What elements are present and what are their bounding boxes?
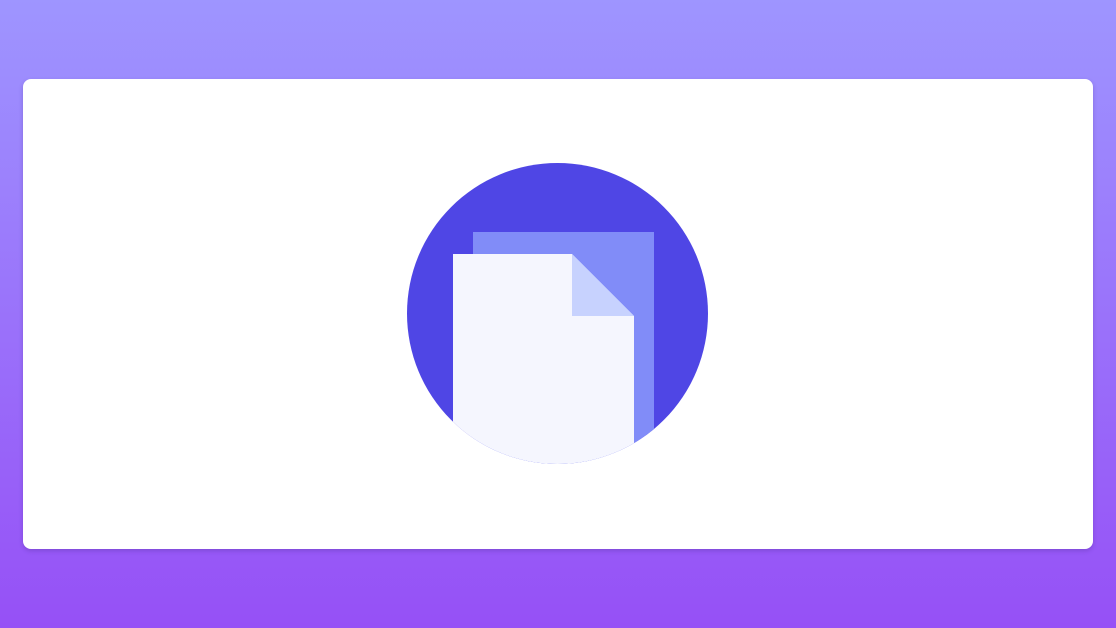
document-copy-icon	[407, 163, 708, 464]
page-background	[0, 0, 1116, 628]
document-illustration-svg	[407, 163, 708, 464]
